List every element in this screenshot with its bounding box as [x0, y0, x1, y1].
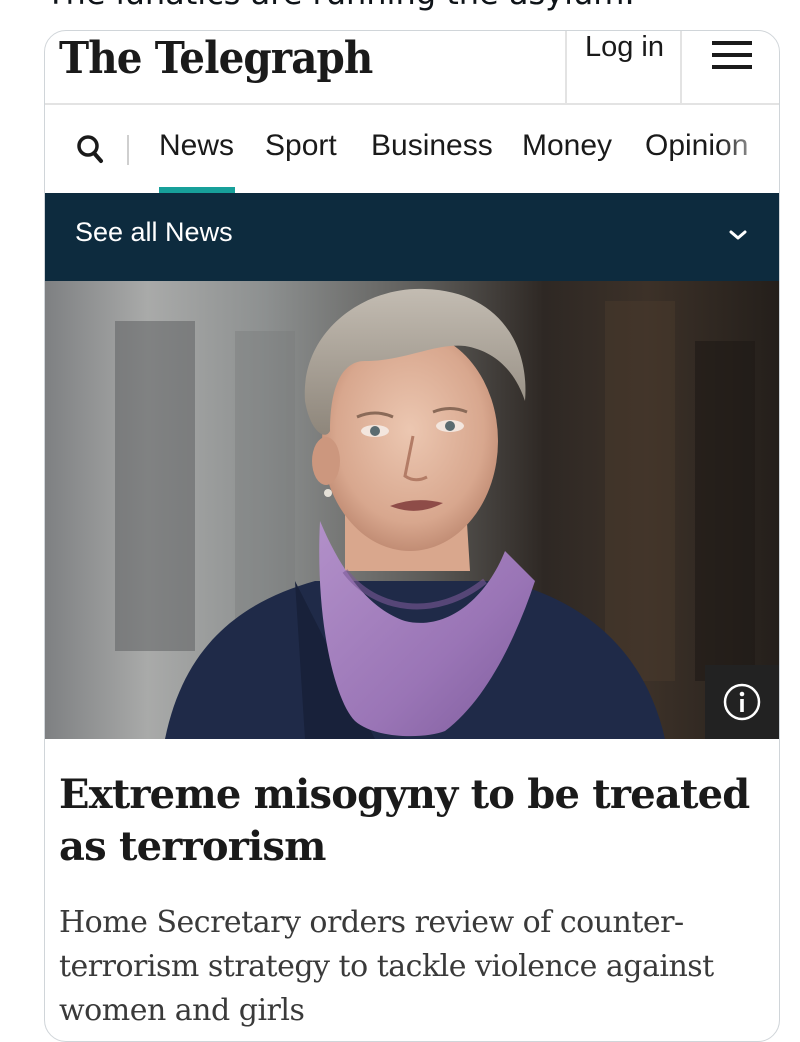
nav-item-sport[interactable]: Sport [265, 129, 337, 163]
section-navigation: News Sport Business Money Opinion [45, 105, 779, 193]
hamburger-menu-icon[interactable] [680, 31, 779, 103]
nav-item-money[interactable]: Money [522, 129, 612, 163]
search-icon[interactable] [75, 133, 105, 165]
article-headline[interactable]: Extreme misogyny to be treated as terror… [59, 769, 759, 873]
section-dropdown[interactable]: See all News [45, 193, 779, 281]
article-photo-illustration [115, 288, 755, 739]
nav-item-business[interactable]: Business [371, 129, 493, 163]
chevron-down-icon [729, 230, 747, 240]
image-info-button[interactable] [705, 665, 779, 739]
nav-divider [127, 135, 129, 165]
article-photo[interactable] [45, 281, 779, 739]
telegraph-logo[interactable]: The Telegraph [59, 33, 373, 84]
info-icon [723, 683, 761, 721]
nav-scroll-fade [719, 105, 779, 193]
nav-item-news[interactable]: News [159, 129, 234, 163]
tweet-text: The lunatics are running the asylum. [46, 0, 635, 12]
masthead: The Telegraph Log in [45, 31, 779, 105]
login-button[interactable]: Log in [565, 31, 682, 103]
article-link-card[interactable]: The Telegraph Log in News Sport Business… [44, 30, 780, 1042]
section-dropdown-label: See all News [75, 217, 233, 247]
article-standfirst: Home Secretary orders review of counter-… [59, 905, 714, 1028]
